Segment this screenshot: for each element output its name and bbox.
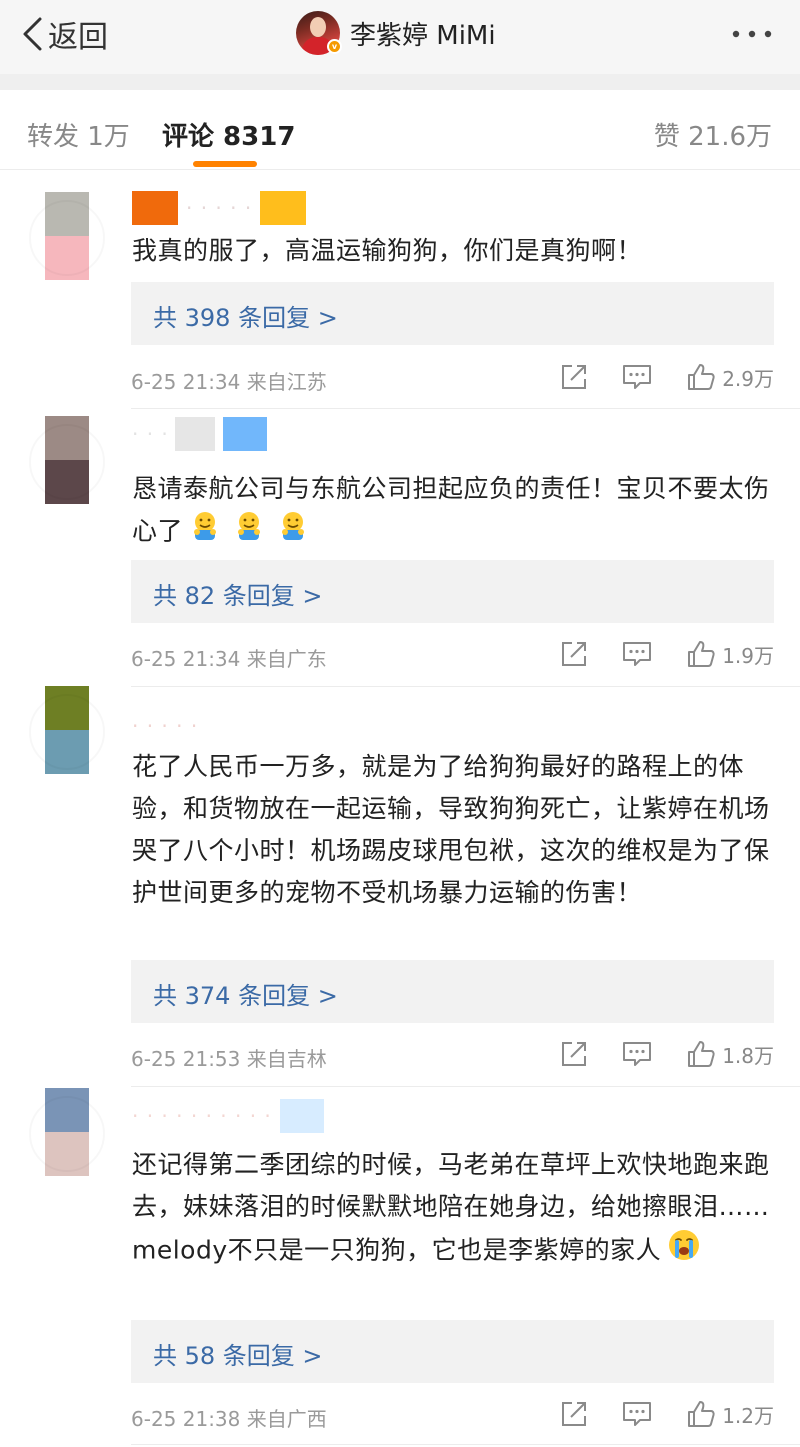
comment-source: 来自吉林 bbox=[246, 1047, 327, 1071]
top-nav-bar: 返回 李紫婷 MiMi v bbox=[0, 0, 800, 74]
reply-count-button[interactable]: 共 82 条回复 > bbox=[131, 560, 774, 623]
reply-count-label: 共 82 条回复 > bbox=[153, 582, 323, 610]
reply-count-label: 共 374 条回复 > bbox=[153, 982, 338, 1010]
comment-meta: 6-25 21:34 来自江苏 bbox=[131, 366, 327, 395]
reply-count-label: 共 58 条回复 > bbox=[153, 1342, 323, 1370]
hug-emoji bbox=[233, 510, 265, 555]
more-button[interactable] bbox=[730, 22, 774, 46]
comment-divider bbox=[131, 1086, 800, 1087]
reply-count-label: 共 398 条回复 > bbox=[153, 304, 338, 332]
comment-meta: 6-25 21:34 来自广东 bbox=[131, 643, 327, 672]
share-icon bbox=[562, 365, 587, 389]
chevron-left-icon bbox=[23, 17, 42, 51]
comment-text: 花了人民币一万多，就是为了给狗狗最好的路程上的体验，和货物放在一起运输，导致狗狗… bbox=[132, 752, 770, 907]
tab-reposts[interactable]: 转发 1万 bbox=[27, 116, 130, 153]
comment-actions: 1.8万 bbox=[560, 1037, 774, 1071]
hug-emoji bbox=[277, 510, 309, 555]
reply-count-button[interactable]: 共 58 条回复 > bbox=[131, 1320, 774, 1383]
comment-source: 来自广西 bbox=[246, 1407, 327, 1431]
like-count: 1.2万 bbox=[722, 1403, 774, 1428]
comment-text: 恳请泰航公司与东航公司担起应负的责任！宝贝不要太伤心了 bbox=[132, 468, 772, 555]
username-redacted[interactable]: · · · · · · · · · · bbox=[132, 1099, 332, 1133]
tab-likes[interactable]: 赞 21.6万 bbox=[654, 116, 772, 153]
like-count: 1.9万 bbox=[722, 643, 774, 668]
comment-divider bbox=[131, 408, 800, 409]
comment-source: 来自江苏 bbox=[246, 370, 327, 394]
avatar[interactable] bbox=[45, 686, 89, 774]
comment-button[interactable] bbox=[622, 1400, 652, 1428]
crying-emoji bbox=[667, 1228, 701, 1275]
reply-count-button[interactable]: 共 398 条回复 > bbox=[131, 282, 774, 345]
comment-icon bbox=[623, 365, 652, 389]
profile-title[interactable]: 李紫婷 MiMi bbox=[296, 9, 496, 57]
comment-text: 还记得第二季团综的时候，马老弟在草坪上欢快地跑来跑去，妹妹落泪的时候默默地陪在她… bbox=[132, 1144, 772, 1275]
comment-time: 6-25 21:38 bbox=[131, 1407, 241, 1431]
hug-emoji bbox=[189, 510, 221, 555]
avatar[interactable] bbox=[45, 416, 89, 504]
avatar[interactable] bbox=[45, 1088, 89, 1176]
comment-text-body: 恳请泰航公司与东航公司担起应负的责任！宝贝不要太伤心了 bbox=[132, 474, 770, 546]
username-redacted[interactable]: · · · · · bbox=[132, 710, 198, 742]
tab-bar: 转发 1万 评论 8317 赞 21.6万 bbox=[0, 90, 800, 170]
back-label: 返回 bbox=[48, 20, 108, 55]
comment-divider bbox=[131, 686, 800, 687]
share-icon bbox=[562, 1042, 587, 1066]
comment-time: 6-25 21:53 bbox=[131, 1047, 241, 1071]
more-dots-icon bbox=[732, 30, 772, 38]
comment-meta: 6-25 21:53 来自吉林 bbox=[131, 1043, 327, 1072]
comment-source: 来自广东 bbox=[246, 647, 327, 671]
comment-button[interactable] bbox=[622, 363, 652, 391]
thumbs-up-icon bbox=[688, 641, 715, 667]
username-redacted[interactable]: · · · bbox=[132, 417, 275, 451]
comment-time: 6-25 21:34 bbox=[131, 647, 241, 671]
like-button[interactable]: 2.9万 bbox=[686, 362, 774, 392]
username-redacted[interactable]: · · · · · bbox=[132, 191, 314, 225]
comment-divider bbox=[131, 1444, 800, 1445]
back-button[interactable]: 返回 bbox=[20, 12, 108, 56]
comment-icon bbox=[623, 642, 652, 666]
comment-icon bbox=[623, 1402, 652, 1426]
page-title: 李紫婷 MiMi bbox=[350, 20, 496, 51]
comment-meta: 6-25 21:38 来自广西 bbox=[131, 1403, 327, 1432]
share-icon bbox=[562, 1402, 587, 1426]
share-button[interactable] bbox=[560, 363, 588, 391]
share-icon bbox=[562, 642, 587, 666]
comment-time: 6-25 21:34 bbox=[131, 370, 241, 394]
reply-count-button[interactable]: 共 374 条回复 > bbox=[131, 960, 774, 1023]
header-separator bbox=[0, 74, 800, 90]
like-button[interactable]: 1.9万 bbox=[686, 639, 774, 669]
share-button[interactable] bbox=[560, 1400, 588, 1428]
comment-actions: 1.2万 bbox=[560, 1397, 774, 1431]
thumbs-up-icon bbox=[688, 1041, 715, 1067]
comment-actions: 2.9万 bbox=[560, 360, 774, 394]
comment-actions: 1.9万 bbox=[560, 637, 774, 671]
comment-icon bbox=[623, 1042, 652, 1066]
share-button[interactable] bbox=[560, 640, 588, 668]
like-count: 1.8万 bbox=[722, 1043, 774, 1068]
like-button[interactable]: 1.2万 bbox=[686, 1399, 774, 1429]
share-button[interactable] bbox=[560, 1040, 588, 1068]
comment-button[interactable] bbox=[622, 640, 652, 668]
comment-text: 我真的服了，高温运输狗狗，你们是真狗啊！ bbox=[132, 236, 643, 265]
comment-button[interactable] bbox=[622, 1040, 652, 1068]
avatar[interactable] bbox=[45, 192, 89, 280]
verified-badge-icon: v bbox=[327, 39, 342, 54]
like-count: 2.9万 bbox=[722, 366, 774, 391]
active-tab-indicator bbox=[193, 161, 257, 167]
thumbs-up-icon bbox=[688, 364, 715, 390]
thumbs-up-icon bbox=[688, 1401, 715, 1427]
tab-comments[interactable]: 评论 8317 bbox=[162, 116, 295, 153]
like-button[interactable]: 1.8万 bbox=[686, 1039, 774, 1069]
